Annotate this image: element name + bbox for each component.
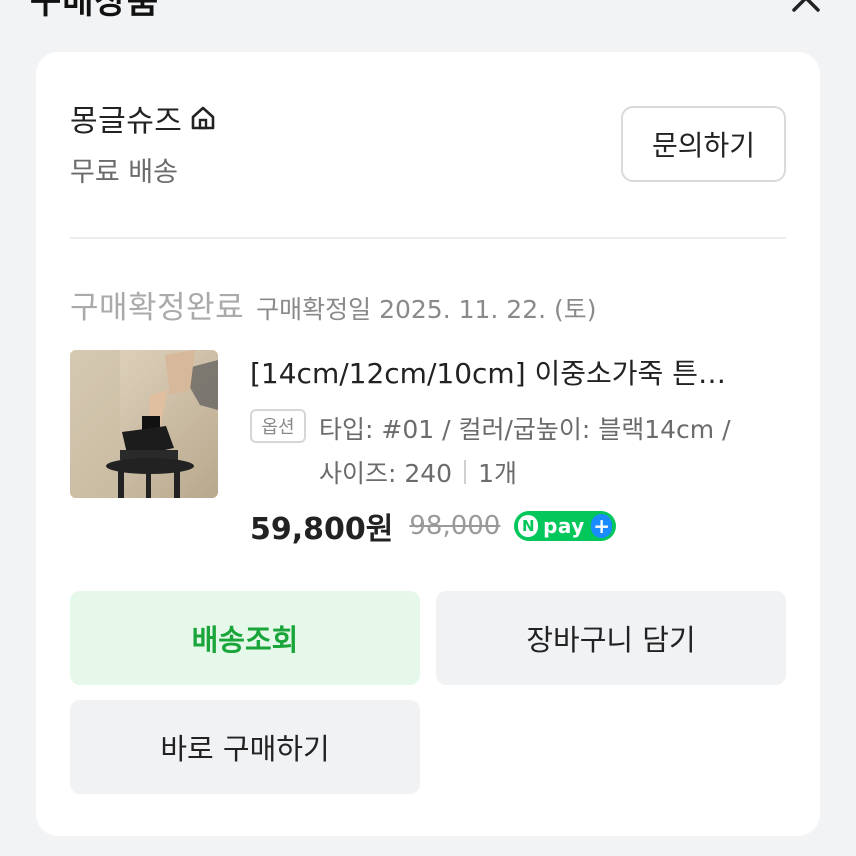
option-detail: 타입: #01 / 컬러/굽높이: 블랙14cm / — [319, 415, 731, 444]
npay-n-icon: N — [518, 515, 539, 537]
option-size: 사이즈: 240 — [319, 459, 453, 488]
separator — [464, 460, 467, 484]
shipping-info: 무료 배송 — [70, 157, 178, 188]
npay-badge: N pay + — [514, 511, 617, 541]
product-thumbnail[interactable] — [70, 350, 218, 498]
option-size-qty: 사이즈: 240 1개 — [319, 454, 517, 490]
inquiry-button[interactable]: 문의하기 — [621, 106, 786, 182]
sale-price: 59,800원 — [250, 512, 394, 547]
buy-now-button[interactable]: 바로 구매하기 — [70, 700, 420, 794]
price-row: 59,800원 98,000 N pay + — [250, 504, 617, 548]
top-bar: 구매상품 — [0, 0, 856, 30]
divider — [70, 237, 786, 239]
track-delivery-button[interactable]: 배송조회 — [70, 591, 420, 685]
npay-label: pay — [543, 514, 585, 538]
page-title: 구매상품 — [30, 0, 160, 22]
quantity: 1개 — [478, 459, 517, 488]
order-card: 몽글슈즈 무료 배송 문의하기 구매확정완료 구매확정일 2025. 11. 2… — [36, 52, 820, 836]
confirm-date: 구매확정일 2025. 11. 22. (토) — [256, 295, 597, 324]
store-name[interactable]: 몽글슈즈 — [70, 96, 182, 140]
product-title[interactable]: [14cm/12cm/10cm] 이중소가죽 튼… — [250, 352, 790, 392]
close-icon[interactable] — [786, 0, 826, 18]
order-status: 구매확정완료 — [70, 290, 245, 326]
plus-icon: + — [590, 514, 613, 538]
home-icon — [192, 106, 215, 130]
store-link[interactable]: 몽글슈즈 — [70, 96, 218, 140]
original-price: 98,000 — [409, 511, 501, 541]
option-badge: 옵션 — [250, 409, 306, 443]
add-to-cart-button[interactable]: 장바구니 담기 — [436, 591, 786, 685]
order-status-row: 구매확정완료 구매확정일 2025. 11. 22. (토) — [70, 282, 597, 327]
